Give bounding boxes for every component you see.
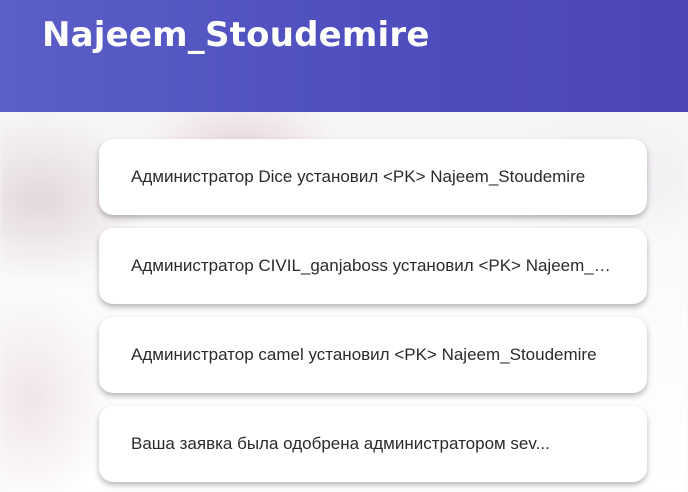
notification-text: Администратор Dice установил <PK> Najeem… [131,167,586,186]
notification-card[interactable]: Администратор camel установил <PK> Najee… [99,317,647,393]
page: Najeem_Stoudemire Администратор Dice уст… [0,0,688,492]
notification-list: Администратор Dice установил <PK> Najeem… [99,139,647,492]
notification-text: Администратор CIVIL_ganjaboss установил … [131,256,615,275]
notification-text: Ваша заявка была одобрена администраторо… [131,434,550,453]
notification-card[interactable]: Администратор CIVIL_ganjaboss установил … [99,228,647,304]
page-title: Najeem_Stoudemire [42,15,430,55]
notification-text: Администратор camel установил <PK> Najee… [131,345,597,364]
header-bar: Najeem_Stoudemire [0,0,688,112]
notification-card[interactable]: Ваша заявка была одобрена администраторо… [99,406,647,482]
notification-card[interactable]: Администратор Dice установил <PK> Najeem… [99,139,647,215]
